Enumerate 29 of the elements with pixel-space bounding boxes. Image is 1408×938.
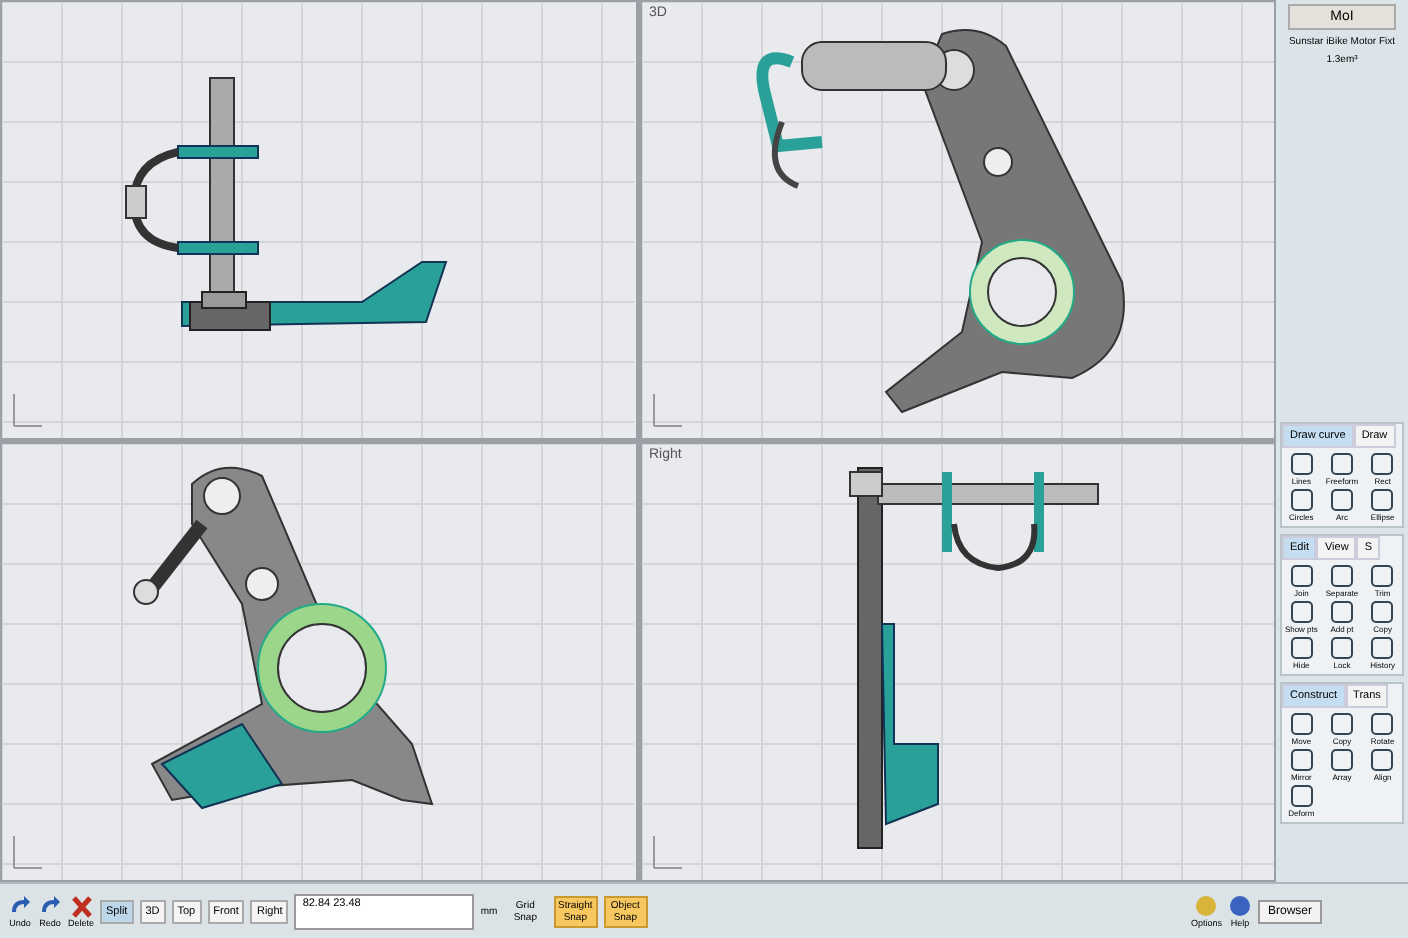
arrow-icon	[38, 895, 62, 918]
tool-icon	[1368, 488, 1397, 513]
tool-icon	[1368, 748, 1397, 773]
tool-icon	[1368, 712, 1397, 737]
tool-icon	[1287, 636, 1316, 661]
arrow-icon	[8, 895, 32, 918]
tool-icon	[1368, 600, 1397, 625]
axis-icon	[13, 393, 43, 427]
tool-icon	[1368, 452, 1397, 477]
axis-icon	[13, 835, 43, 870]
tool-icon	[1287, 712, 1316, 737]
tool-icon	[1287, 564, 1316, 589]
axis-icon	[652, 835, 682, 870]
tool-icon	[1287, 748, 1316, 773]
x-icon	[69, 895, 93, 918]
tool-icon	[1327, 748, 1356, 773]
tool-icon	[1368, 636, 1397, 661]
tool-icon	[1327, 636, 1356, 661]
tool-icon	[1287, 600, 1316, 625]
tool-icon	[1327, 712, 1356, 737]
axis-icon	[652, 393, 682, 427]
tool-icon	[1327, 452, 1356, 477]
tool-icon	[1327, 564, 1356, 589]
tool-icon	[1287, 488, 1316, 513]
tool-icon	[1368, 564, 1397, 589]
tool-icon	[1327, 600, 1356, 625]
tool-icon	[1287, 784, 1316, 809]
tool-icon	[1287, 452, 1316, 477]
tool-icon	[1327, 488, 1356, 513]
